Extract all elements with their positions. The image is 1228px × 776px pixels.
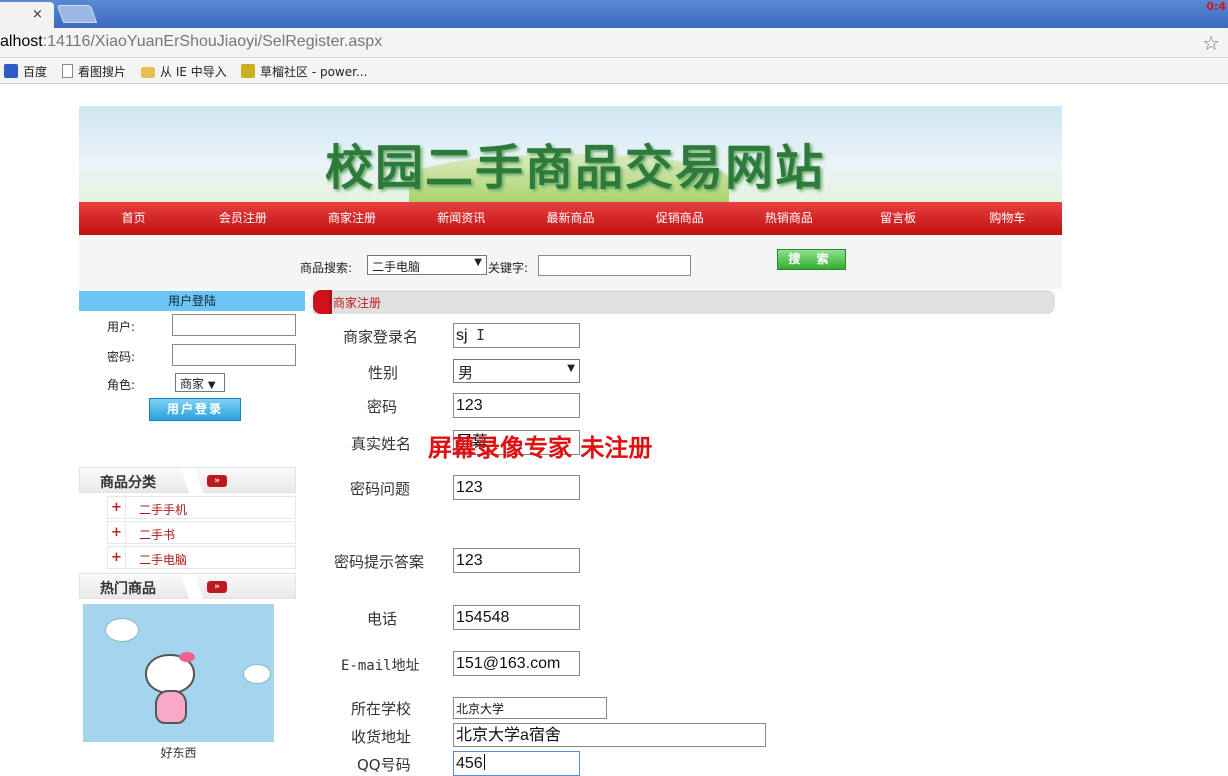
window-control[interactable]: 0:4 [1198,0,1228,16]
bookmark-community[interactable]: 草榴社区 - power... [241,63,367,80]
nav-home[interactable]: 首页 [79,202,188,235]
hot-header: 热门商品 » [79,573,296,600]
chevron-down-icon: ▼ [567,363,575,374]
category-header: 商品分类 » [79,467,296,494]
chevron-down-icon: ▼ [207,380,216,391]
nav-cart[interactable]: 购物车 [953,202,1062,235]
login-title: 用户登陆 [79,291,305,311]
nav-news[interactable]: 新闻资讯 [407,202,516,235]
login-button[interactable]: 用户登录 [149,398,241,421]
keyword-label: 关键字: [488,261,529,275]
nav-new-products[interactable]: 最新商品 [516,202,625,235]
qq-label: QQ号码 [357,756,411,774]
bookmark-ie-import[interactable]: 从 IE 中导入 [141,63,227,80]
nav-promotions[interactable]: 促销商品 [625,202,734,235]
recorder-watermark: 屏幕录像专家 未注册 [428,433,653,462]
answer-label: 密码提示答案 [334,553,425,571]
search-button[interactable]: 搜 索 [777,249,846,270]
new-tab-button[interactable] [56,5,98,23]
qq-input[interactable]: 456 [453,751,580,776]
paw-icon [4,64,18,78]
login-name-label: 商家登录名 [343,328,419,346]
close-tab-icon[interactable]: × [32,7,43,22]
browser-tab-strip: × 0:4 [0,0,1228,28]
address-bar[interactable]: alhost:14116/XiaoYuanErShouJiaoyi/SelReg… [0,28,1228,58]
site-banner: 校园二手商品交易网站 [79,106,1062,202]
search-bar: 商品搜索: 二手电脑 ▼ 关键字: 搜 索 [79,235,1062,289]
site-title: 校园二手商品交易网站 [325,140,826,196]
url-text[interactable]: alhost:14116/XiaoYuanErShouJiaoyi/SelReg… [0,33,382,51]
role-select[interactable]: 商家 ▼ [175,373,225,392]
more-icon[interactable]: » [207,475,227,487]
school-input[interactable]: 北京大学 [453,697,607,719]
school-label: 所在学校 [351,700,412,718]
category-title: 商品分类 [100,475,156,491]
question-input[interactable]: 123 [453,475,580,500]
answer-input[interactable]: 123 [453,548,580,573]
more-icon[interactable]: » [207,581,227,593]
form-section-header: 商家注册 [313,290,1055,314]
phone-label: 电话 [367,610,398,628]
password-label: 密码: [107,350,136,364]
password-field[interactable]: 123 [453,393,580,418]
bookmark-image-search[interactable]: 看图搜片 [62,63,126,80]
text-cursor-icon: I [476,326,486,344]
grass-icon [241,64,255,78]
main-nav: 首页 会员注册 商家注册 新闻资讯 最新商品 促销商品 热销商品 留言板 购物车 [79,202,1062,235]
gender-select[interactable]: 男 ▼ [453,359,580,383]
username-input[interactable] [172,314,296,336]
form-section-title: 商家注册 [333,296,382,310]
category-item[interactable]: + 二手电脑 [107,546,296,569]
plus-icon: + [108,522,126,543]
hot-title: 热门商品 [100,581,156,597]
question-label: 密码问题 [350,480,411,498]
bookmark-star-icon[interactable]: ☆ [1202,31,1220,55]
nav-merchant-register[interactable]: 商家注册 [297,202,406,235]
category-item[interactable]: + 二手手机 [107,496,296,519]
password-input[interactable] [172,344,296,366]
search-label: 商品搜索: [300,261,353,275]
plus-icon: + [108,547,126,568]
user-label: 用户: [107,320,136,334]
nav-message-board[interactable]: 留言板 [844,202,953,235]
email-input[interactable]: 151@163.com [453,651,580,676]
login-name-input[interactable]: sj [453,323,580,348]
page-icon [62,64,73,78]
folder-icon [141,67,155,78]
address-label: 收货地址 [351,728,412,746]
phone-input[interactable]: 154548 [453,605,580,630]
email-label: E-mail地址 [341,658,420,674]
nav-member-register[interactable]: 会员注册 [188,202,297,235]
address-input[interactable]: 北京大学a宿舍 [453,723,766,747]
role-label: 角色: [107,378,136,392]
bookmark-baidu[interactable]: 百度 [4,63,47,80]
category-select[interactable]: 二手电脑 ▼ [367,255,487,275]
hot-product-image[interactable] [83,604,274,742]
nav-hot-products[interactable]: 热销商品 [734,202,843,235]
plus-icon: + [108,497,126,518]
bookmarks-bar: 百度 看图搜片 从 IE 中导入 草榴社区 - power... [0,59,1228,84]
keyword-input[interactable] [538,255,691,276]
browser-tab[interactable]: × [0,2,54,28]
chevron-down-icon: ▼ [474,257,482,268]
hot-product-caption[interactable]: 好东西 [83,744,274,761]
password-field-label: 密码 [367,398,398,416]
gender-label: 性别 [368,364,399,382]
real-name-label: 真实姓名 [351,435,412,453]
category-item[interactable]: + 二手书 [107,521,296,544]
